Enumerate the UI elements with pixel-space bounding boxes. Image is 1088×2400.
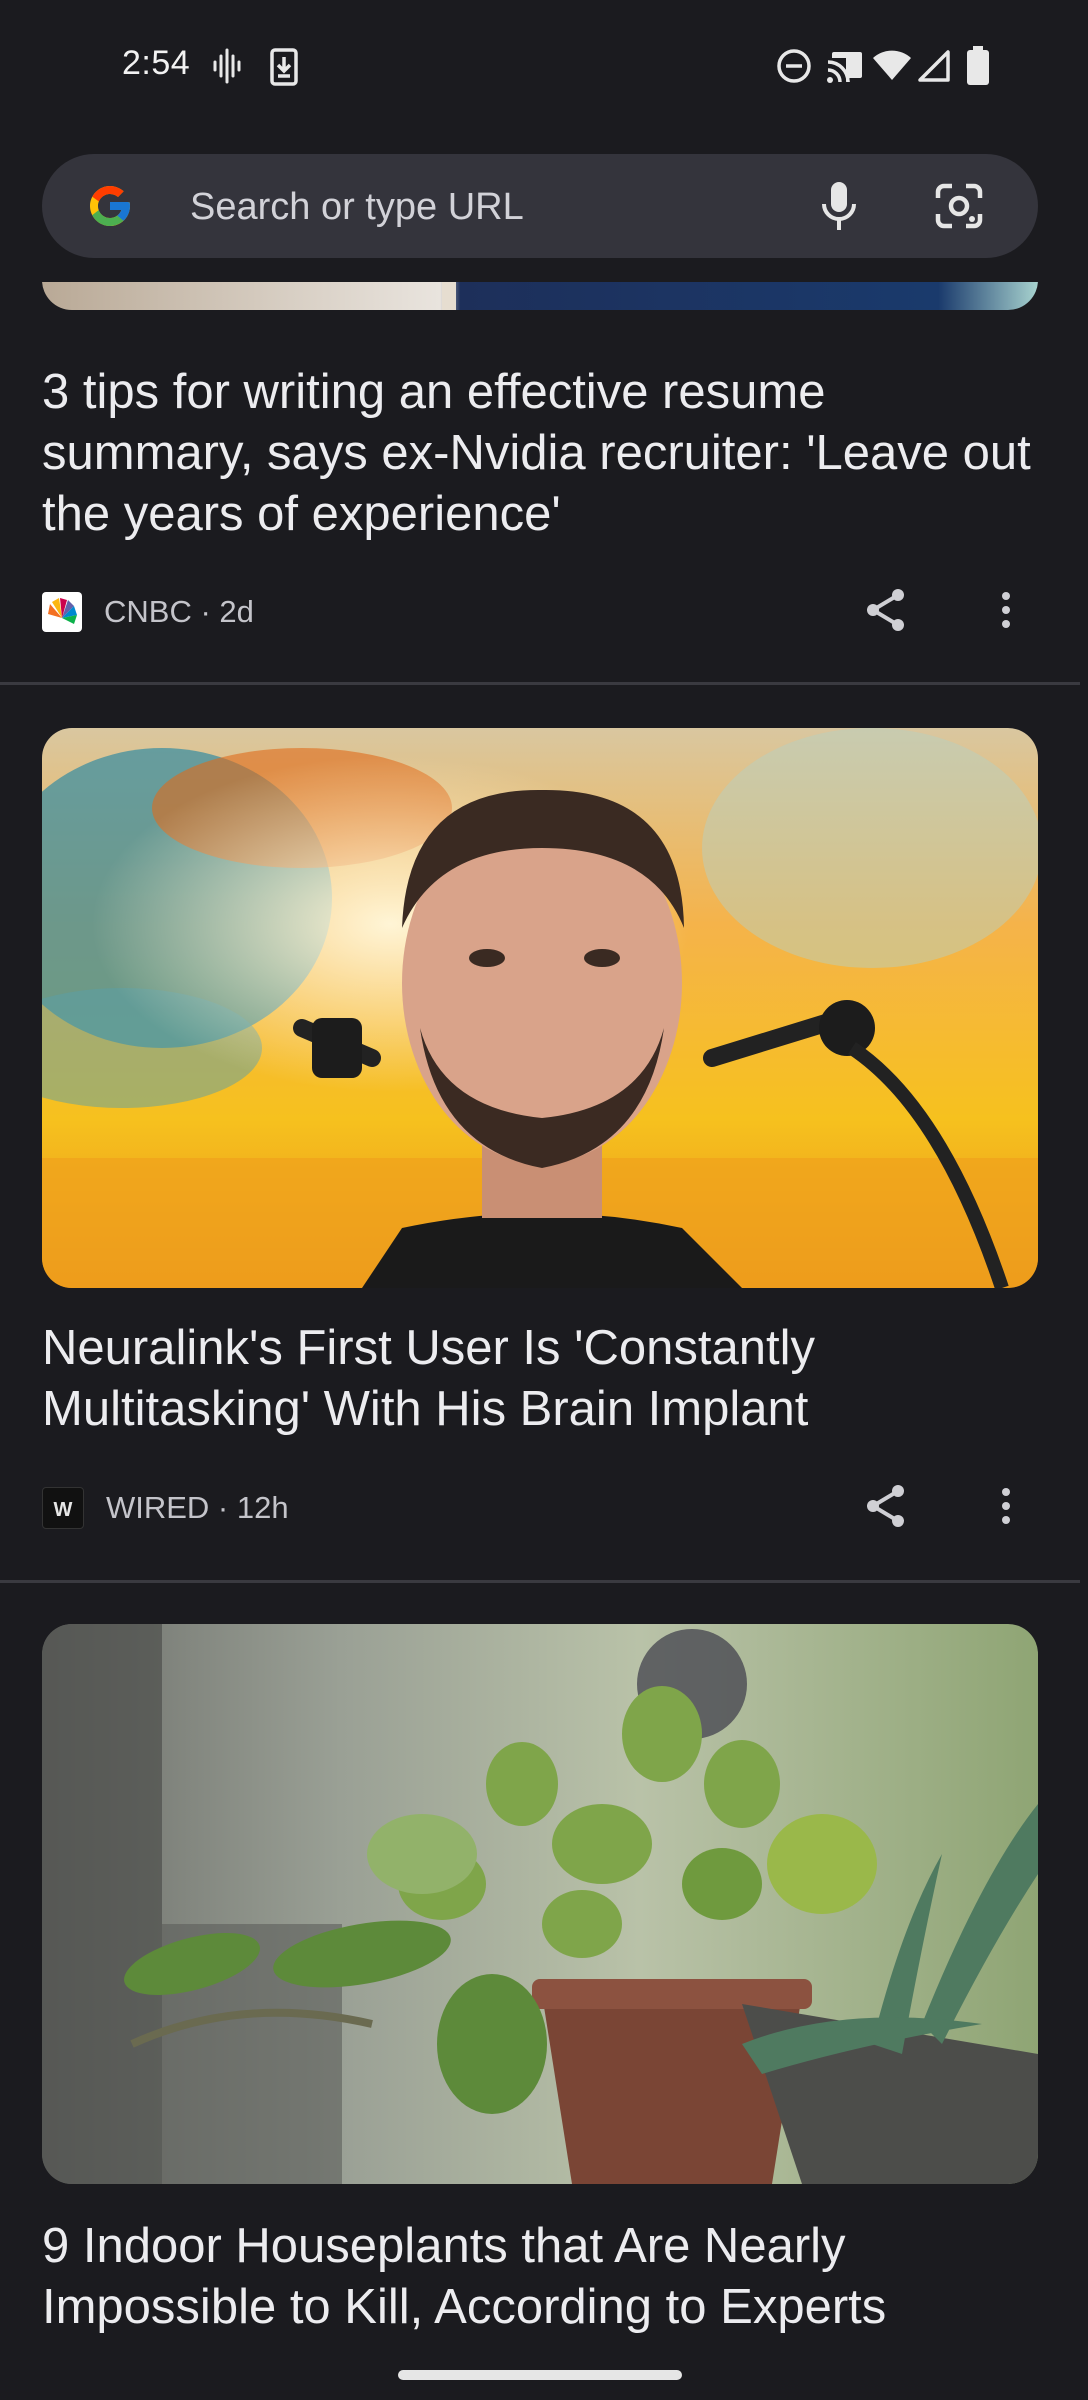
- article-source-age: CNBC · 2d: [104, 594, 254, 629]
- wired-logo: W: [42, 1487, 84, 1529]
- lens-camera-icon[interactable]: [934, 182, 984, 235]
- home-gesture-handle[interactable]: [398, 2370, 682, 2380]
- google-logo: [86, 182, 134, 235]
- omnibox[interactable]: Search or type URL: [42, 154, 1038, 258]
- news-feed[interactable]: 3 tips for writing an effective resume s…: [0, 282, 1088, 2338]
- card-divider: [0, 682, 1080, 685]
- article-meta: CNBC · 2d: [42, 590, 254, 634]
- status-time: 2:54: [122, 44, 191, 82]
- gesture-bar: [0, 2336, 1088, 2400]
- svg-text:W: W: [54, 1499, 73, 1521]
- voicemail-waveform-icon: [212, 48, 242, 89]
- more-options-icon[interactable]: [996, 1486, 1016, 1531]
- dnd-icon: [776, 48, 812, 89]
- cnbc-logo: [42, 592, 82, 632]
- more-options-icon[interactable]: [996, 590, 1016, 635]
- article-image[interactable]: [42, 282, 1038, 310]
- article-headline[interactable]: 3 tips for writing an effective resume s…: [42, 362, 1042, 545]
- signal-icon: [916, 50, 950, 87]
- article-image[interactable]: [42, 728, 1038, 1288]
- article-headline[interactable]: Neuralink's First User Is 'Constantly Mu…: [42, 1318, 1042, 1440]
- article-headline[interactable]: 9 Indoor Houseplants that Are Nearly Imp…: [42, 2216, 1042, 2338]
- article-source-age: WIRED · 12h: [106, 1490, 289, 1525]
- toolbar: Search or type URL: [0, 136, 1088, 282]
- status-bar: 2:54: [0, 0, 1088, 136]
- mic-icon[interactable]: [816, 178, 862, 239]
- article-meta: W WIRED · 12h: [42, 1486, 289, 1530]
- search-input[interactable]: Search or type URL: [190, 186, 524, 229]
- battery-icon: [966, 46, 990, 91]
- wifi-icon: [872, 50, 912, 87]
- share-icon[interactable]: [862, 586, 910, 639]
- download-icon: [270, 48, 298, 91]
- card-divider: [0, 1580, 1080, 1583]
- article-image[interactable]: [42, 1624, 1038, 2184]
- share-icon[interactable]: [862, 1482, 910, 1535]
- cast-icon: [826, 48, 864, 89]
